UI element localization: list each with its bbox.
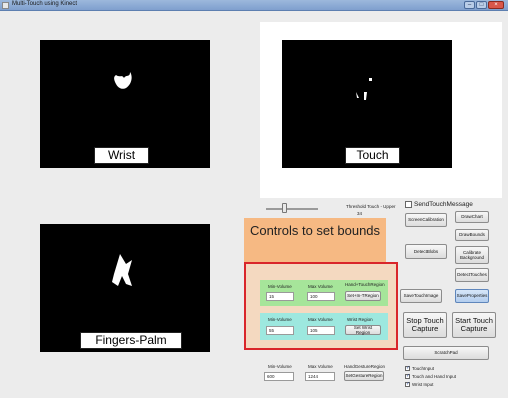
set-wrist-region-button[interactable]: Set Wrist Region	[345, 325, 381, 335]
wrist-region-label: Wrist Region	[347, 317, 373, 322]
hand-touch-region-label: Hand+TouchRegion	[345, 282, 385, 287]
start-touch-capture-button[interactable]: Start Touch Capture	[452, 312, 496, 338]
minimize-button[interactable]: –	[464, 1, 475, 9]
save-properties-button[interactable]: SaveProperties	[455, 289, 489, 303]
detect-blobs-button[interactable]: DetectBlobs	[405, 244, 447, 259]
save-touch-image-button[interactable]: SaveTouchImage	[400, 289, 442, 303]
threshold-slider-track[interactable]	[266, 208, 318, 210]
wrist-max-label: Max Volume	[308, 317, 333, 322]
touch-hand-input-label: Touch and Hand Input	[412, 374, 457, 379]
app-window: Multi-Touch using Kinect – □ × Wrist Tou…	[0, 0, 508, 398]
touch-input-box[interactable]: ✓	[405, 366, 410, 371]
gesture-region-label: HandGestureRegion	[344, 364, 386, 369]
touch-hand-input-box[interactable]: ✓	[405, 374, 410, 379]
scratch-pad-button[interactable]: ScratchPad	[403, 346, 489, 360]
touch-caption: Touch	[345, 147, 400, 164]
wrist-caption: Wrist	[94, 147, 149, 164]
window-title: Multi-Touch using Kinect	[12, 1, 78, 7]
wrist-min-input[interactable]: 55	[266, 326, 294, 335]
wrist-input-label: Wrist Input	[412, 382, 434, 387]
title-bar: Multi-Touch using Kinect – □ ×	[0, 0, 508, 11]
touch-hand-input-checkbox[interactable]: ✓ Touch and Hand Input	[405, 374, 456, 379]
detect-touches-button[interactable]: DetectTouches	[455, 268, 489, 282]
send-touch-message-label: SendTouchMessage	[414, 201, 473, 208]
wrist-input-box[interactable]: ✓	[405, 382, 410, 387]
gesture-min-label: Min-Volume	[268, 364, 292, 369]
touch-input-checkbox[interactable]: ✓ TouchInput	[405, 366, 434, 371]
window-controls: – □ ×	[464, 1, 504, 9]
screen-calibration-button[interactable]: ScreenCalibration	[405, 213, 447, 227]
wrist-input-checkbox[interactable]: ✓ Wrist Input	[405, 382, 433, 387]
send-touch-message-box[interactable]	[405, 201, 412, 208]
gesture-max-label: Max Volume	[308, 364, 333, 369]
wrist-min-label: Min-Volume	[268, 317, 292, 322]
calibrate-background-button[interactable]: Calibrate Background	[455, 246, 489, 264]
touch-input-label: TouchInput	[412, 366, 435, 371]
threshold-slider-thumb[interactable]	[282, 203, 287, 213]
fingers-palm-caption: Fingers-Palm	[80, 332, 182, 349]
set-gesture-region-button[interactable]: SetGestureRegion	[344, 371, 384, 381]
controls-callout: Controls to set bounds	[244, 218, 386, 262]
threshold-value: 34	[357, 211, 363, 216]
send-touch-message-checkbox[interactable]: SendTouchMessage	[405, 201, 473, 208]
draw-chart-button[interactable]: DrawChart	[455, 211, 489, 223]
hand-touch-min-label: Min-Volume	[268, 284, 292, 289]
wrist-max-input[interactable]: 105	[307, 326, 335, 335]
gesture-max-input[interactable]: 1244	[305, 372, 335, 381]
gesture-min-input[interactable]: 600	[264, 372, 294, 381]
app-icon	[2, 2, 9, 9]
set-hand-touch-region-button[interactable]: Set+In-TRegion	[345, 291, 381, 301]
hand-touch-min-input[interactable]: 15	[266, 292, 294, 301]
hand-touch-max-label: Max Volume	[308, 284, 333, 289]
maximize-button[interactable]: □	[476, 1, 487, 9]
stop-touch-capture-button[interactable]: Stop Touch Capture	[403, 312, 447, 338]
close-button[interactable]: ×	[488, 1, 504, 9]
hand-touch-max-input[interactable]: 100	[307, 292, 335, 301]
draw-bounds-button[interactable]: DrawBounds	[455, 229, 489, 241]
threshold-label: Threshold Touch - Upper	[346, 204, 396, 209]
